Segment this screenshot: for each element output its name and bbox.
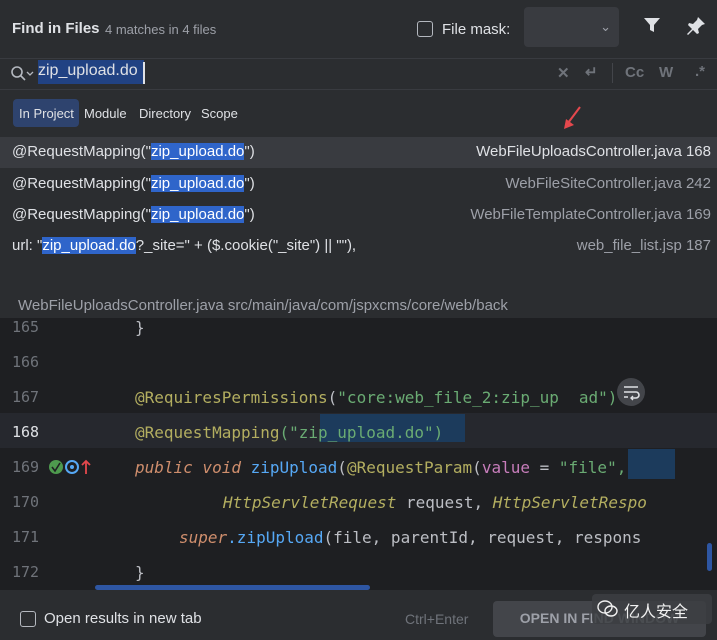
result-file: web_file_list.jsp 187	[576, 237, 711, 254]
code-line-171: super.zipUpload(file, parentId, request,…	[179, 528, 642, 547]
divider	[612, 63, 613, 83]
pin-icon[interactable]	[686, 16, 706, 41]
code-line-170: HttpServletRequest request, HttpServletR…	[223, 493, 647, 512]
new-line-icon[interactable]: ↵	[585, 63, 598, 81]
result-suffix: ")	[244, 143, 255, 160]
chevron-down-icon: ⌄	[600, 19, 611, 34]
result-row[interactable]: url: "zip_upload.do?_site=" + ($.cookie(…	[0, 231, 717, 262]
match-count: 4 matches in 4 files	[105, 22, 217, 37]
regex-icon[interactable]: .*	[695, 63, 705, 80]
line-number: 172	[12, 563, 40, 581]
file-mask-dropdown[interactable]: ⌄	[524, 7, 619, 47]
words-icon[interactable]: W	[659, 64, 673, 81]
line-number: 170	[12, 493, 40, 511]
result-file: WebFileSiteController.java 242	[505, 175, 711, 192]
code-line-169: public void zipUpload(@RequestParam(valu…	[135, 458, 627, 477]
code-line-172: }	[135, 563, 145, 582]
code-line-165: }	[135, 318, 145, 337]
vertical-scrollbar[interactable]	[707, 543, 712, 571]
tab-directory[interactable]: Directory	[139, 106, 191, 121]
result-file: WebFileTemplateController.java 169	[470, 206, 711, 223]
result-suffix: ?_site=" + ($.cookie("_site") || ""),	[135, 237, 357, 254]
result-file: WebFileUploadsController.java 168	[476, 143, 711, 160]
line-number: 168	[12, 423, 40, 441]
open-new-tab-label: Open results in new tab	[44, 610, 202, 627]
file-mask-label: File mask:	[442, 21, 511, 38]
soft-wrap-icon[interactable]	[617, 378, 645, 406]
spring-endpoint-icon[interactable]	[48, 458, 92, 481]
search-input[interactable]: zip_upload.do	[38, 62, 138, 80]
clear-icon[interactable]: ✕	[557, 64, 570, 82]
scope-tabs: In Project Module Directory Scope	[0, 89, 717, 137]
file-mask-checkbox[interactable]	[417, 21, 433, 37]
result-match: zip_upload.do	[150, 143, 245, 160]
tab-in-project[interactable]: In Project	[19, 106, 74, 121]
result-row[interactable]: @RequestMapping("zip_upload.do") WebFile…	[0, 137, 717, 168]
result-row[interactable]: @RequestMapping("zip_upload.do") WebFile…	[0, 200, 717, 231]
wechat-icon	[597, 600, 618, 617]
line-number: 167	[12, 388, 40, 406]
word-highlight	[628, 449, 675, 479]
filter-icon[interactable]	[643, 16, 661, 39]
preview-file-path: WebFileUploadsController.java src/main/j…	[18, 297, 508, 314]
line-number: 169	[12, 458, 40, 476]
result-suffix: ")	[244, 206, 255, 223]
result-match: zip_upload.do	[42, 237, 136, 254]
line-number: 165	[12, 318, 40, 336]
result-prefix: @RequestMapping("	[12, 206, 151, 223]
result-prefix: @RequestMapping("	[12, 143, 151, 160]
watermark-text: 亿人安全	[624, 604, 689, 621]
code-line-168: @RequestMapping("zip_upload.do")	[135, 423, 444, 442]
match-case-icon[interactable]: Cc	[625, 64, 644, 81]
text-caret	[143, 62, 145, 84]
tab-module[interactable]: Module	[84, 106, 127, 121]
result-match: zip_upload.do	[150, 206, 245, 223]
result-prefix: url: "	[12, 237, 43, 254]
code-preview[interactable]: 165 166 167 168 169 170 171 172 } @Requi…	[0, 318, 717, 590]
dialog-title: Find in Files	[12, 20, 100, 37]
result-suffix: ")	[244, 175, 255, 192]
search-row: zip_upload.do ✕ ↵ Cc W .*	[0, 58, 717, 90]
result-match: zip_upload.do	[150, 175, 245, 192]
line-number: 166	[12, 353, 40, 371]
shortcut-hint: Ctrl+Enter	[405, 611, 469, 627]
open-new-tab-checkbox[interactable]	[20, 611, 36, 627]
tab-scope[interactable]: Scope	[201, 106, 238, 121]
line-number: 171	[12, 528, 40, 546]
code-line-167: @RequiresPermissions("core:web_file_2:zi…	[135, 388, 618, 407]
result-prefix: @RequestMapping("	[12, 175, 151, 192]
result-row[interactable]: @RequestMapping("zip_upload.do") WebFile…	[0, 169, 717, 200]
red-arrow-annotation	[564, 106, 581, 129]
search-icon[interactable]	[10, 65, 34, 88]
find-in-files-header: Find in Files 4 matches in 4 files File …	[0, 0, 717, 58]
